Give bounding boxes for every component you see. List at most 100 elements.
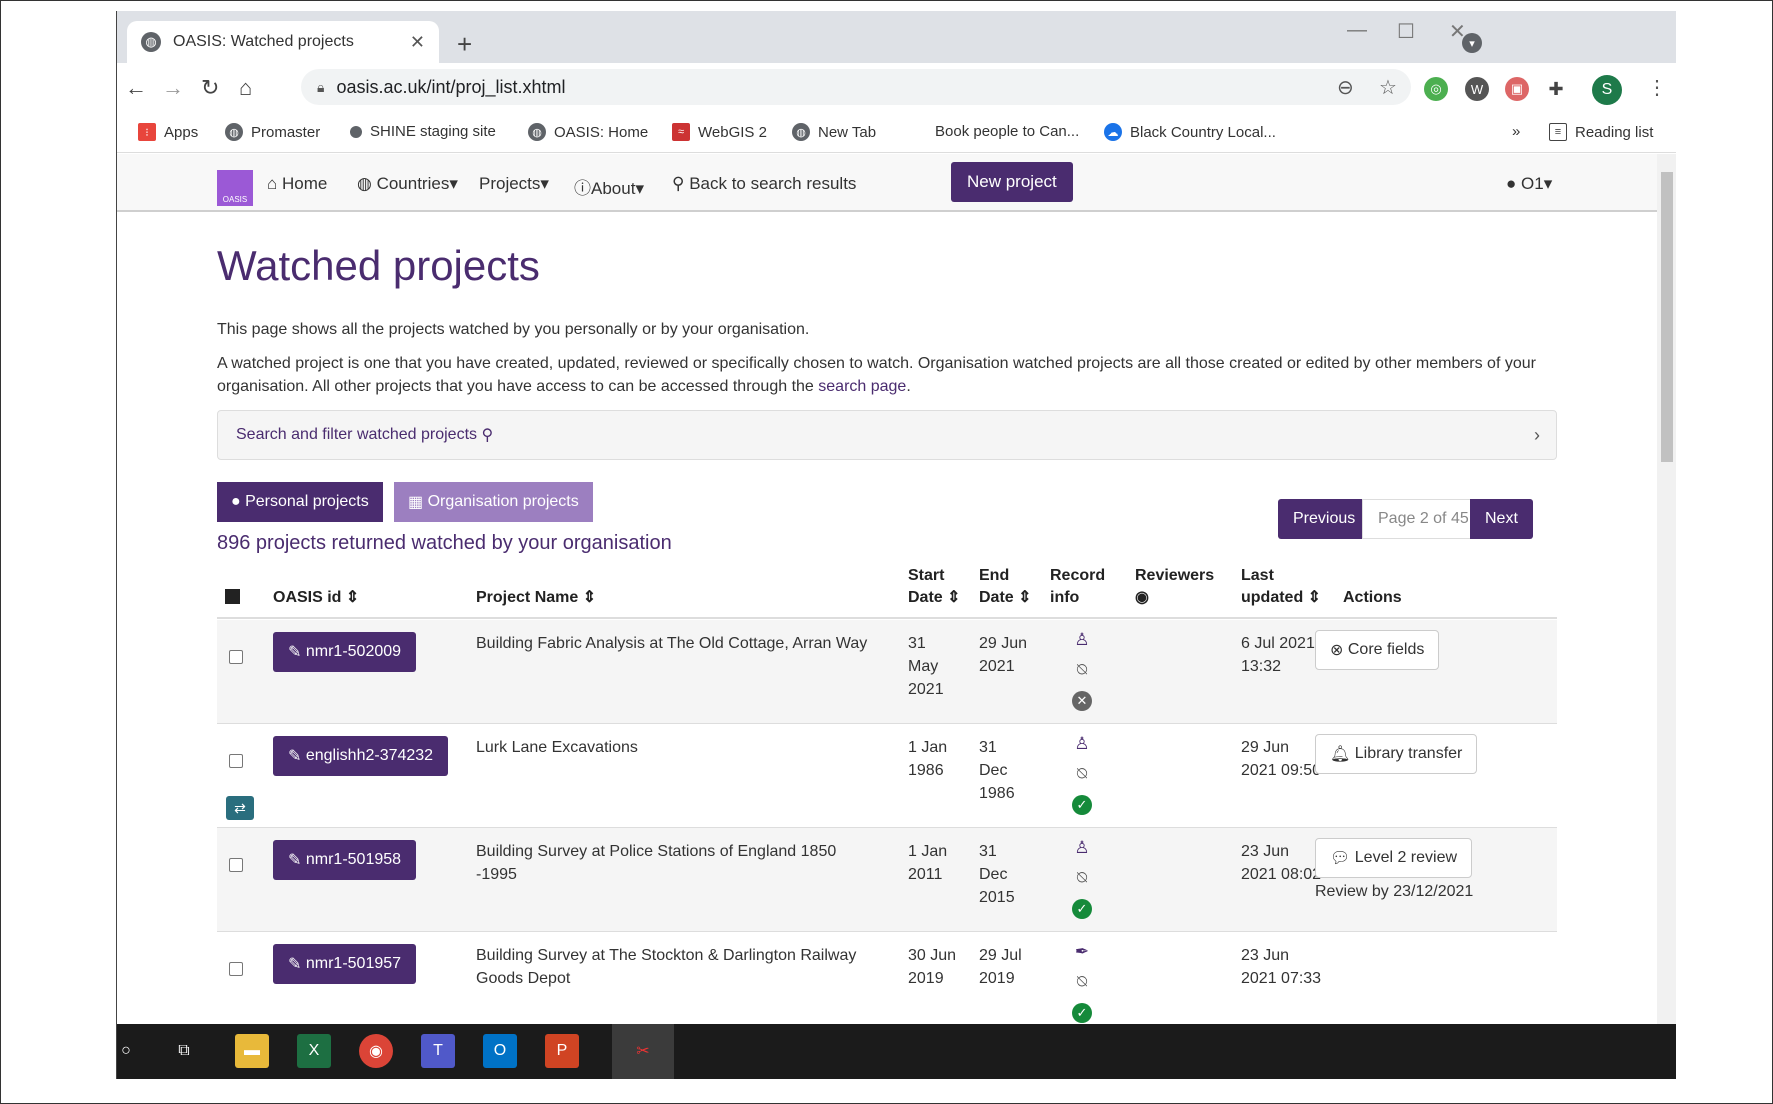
bookmark-webgis[interactable]: ≈ WebGIS 2 xyxy=(672,123,767,141)
header-start-date[interactable]: Start Date ⇕ xyxy=(908,565,961,609)
user-icon: ● xyxy=(1506,174,1521,193)
nav-about[interactable]: ⓘAbout▾ xyxy=(574,174,644,199)
excel-icon[interactable]: X xyxy=(297,1034,331,1068)
core-fields-button[interactable]: ⊗ Core fields xyxy=(1315,630,1440,670)
profile-avatar[interactable]: S xyxy=(1592,75,1622,105)
nav-home[interactable]: ⌂ Home xyxy=(267,174,327,194)
globe-icon: ◍ xyxy=(792,123,810,141)
table-row: ✎ nmr1-501957 Building Survey at The Sto… xyxy=(217,932,1557,1036)
nav-back-to-search[interactable]: ⚲ Back to search results xyxy=(672,174,856,194)
filter-panel-toggle[interactable]: Search and filter watched projects ⚲ › xyxy=(217,410,1557,460)
caret-down-icon: ▾ xyxy=(635,179,644,198)
project-id-button[interactable]: ✎ nmr1-502009 xyxy=(273,632,417,672)
bookmark-black-country[interactable]: ☁ Black Country Local... xyxy=(1104,123,1276,141)
edit-icon: ✎ xyxy=(288,956,306,973)
start-date: 31 May 2021 xyxy=(908,635,944,698)
close-window-button[interactable]: ✕ xyxy=(1449,19,1466,44)
exchange-icon[interactable]: ⇄ xyxy=(226,796,254,820)
bookmarks-bar: ⁝ Apps ◍ Promaster SHINE staging site ◍ OAS… xyxy=(117,113,1676,153)
start-date: 30 Jun 2019 xyxy=(908,947,957,987)
chrome-icon[interactable]: ◉ xyxy=(359,1034,393,1068)
row-checkbox[interactable] xyxy=(229,754,243,768)
oasis-logo[interactable]: OASIS xyxy=(217,170,253,206)
apps-grid-icon: ⁝ xyxy=(138,123,156,141)
last-updated: 29 Jun 2021 09:50 xyxy=(1241,739,1322,779)
tab-personal-projects[interactable]: ● Personal projects xyxy=(217,482,383,522)
teams-icon[interactable]: T xyxy=(421,1034,455,1068)
row-checkbox[interactable] xyxy=(229,858,243,872)
header-oasis-id[interactable]: OASIS id ⇕ xyxy=(273,587,359,609)
level-2-review-button[interactable]: 💬︎ Level 2 review xyxy=(1315,838,1473,878)
file-explorer-icon[interactable]: ▬ xyxy=(235,1034,269,1068)
row-checkbox[interactable] xyxy=(229,650,243,664)
new-project-button[interactable]: New project xyxy=(951,162,1073,202)
bookmark-book-people[interactable]: Book people to Can... xyxy=(935,123,1079,140)
screenshot-frame: ◍ OASIS: Watched projects ✕ + ▾ — ☐ ✕ ← … xyxy=(0,0,1773,1104)
outlook-icon[interactable]: O xyxy=(483,1034,517,1068)
vertical-scrollbar[interactable] xyxy=(1657,154,1676,1024)
maximize-button[interactable]: ☐ xyxy=(1397,19,1415,44)
project-id-button[interactable]: ✎ nmr1-501958 xyxy=(273,840,417,880)
search-page-link[interactable]: search page xyxy=(818,378,906,395)
comments-icon: 💬︎ xyxy=(1330,850,1355,867)
edit-icon: ✎ xyxy=(288,852,306,869)
back-arrow-icon[interactable]: ← xyxy=(125,75,147,101)
sort-icon: ⇕ xyxy=(582,589,597,606)
next-page-button[interactable]: Next xyxy=(1470,499,1533,539)
tab-organisation-projects[interactable]: ▦ Organisation projects xyxy=(394,482,593,522)
search-icon[interactable]: ○ xyxy=(117,1034,143,1068)
extension-3-icon[interactable]: ▣ xyxy=(1505,77,1529,101)
bookmark-oasis-home[interactable]: ◍ OASIS: Home xyxy=(528,123,648,141)
times-circle-icon: ✕ xyxy=(1071,690,1093,711)
end-date: 31 Dec 1986 xyxy=(979,739,1015,802)
project-id-button[interactable]: ✎ englishh2-374232 xyxy=(273,736,449,776)
snipping-tool-icon[interactable]: ✂ xyxy=(626,1034,660,1068)
row-checkbox[interactable] xyxy=(229,962,243,976)
zoom-icon[interactable]: ⊖ xyxy=(1337,75,1354,100)
reading-list[interactable]: ≡ Reading list xyxy=(1549,123,1653,141)
powerpoint-icon[interactable]: P xyxy=(545,1034,579,1068)
extension-1-icon[interactable]: ◎ xyxy=(1424,77,1448,101)
bookmark-apps[interactable]: ⁝ Apps xyxy=(138,123,198,141)
home-icon[interactable]: ⌂ xyxy=(239,75,252,101)
table-row: ✎ nmr1-501958 Building Survey at Police … xyxy=(217,828,1557,932)
scrollbar-thumb[interactable] xyxy=(1661,172,1673,462)
sort-icon: ⇕ xyxy=(345,589,360,606)
project-id-button[interactable]: ✎ nmr1-501957 xyxy=(273,944,417,984)
menu-kebab-icon[interactable]: ⋮ xyxy=(1647,75,1667,100)
new-tab-button[interactable]: + xyxy=(457,29,472,60)
minimize-button[interactable]: — xyxy=(1347,19,1367,42)
bookmark-star-icon[interactable]: ☆ xyxy=(1379,75,1397,100)
extensions-puzzle-icon[interactable]: ✚ xyxy=(1544,77,1568,101)
user-icon: ● xyxy=(231,493,246,510)
quill-icon: ✒ xyxy=(1074,942,1090,961)
header-project-name[interactable]: Project Name ⇕ xyxy=(476,587,596,609)
bookmarks-overflow[interactable]: » xyxy=(1512,123,1520,140)
library-transfer-button[interactable]: 🔔︎ Library transfer xyxy=(1315,734,1478,774)
bookmark-promaster[interactable]: ◍ Promaster xyxy=(225,123,320,141)
header-end-date[interactable]: End Date ⇕ xyxy=(979,565,1032,609)
nav-countries[interactable]: ◍ Countries▾ xyxy=(357,174,458,194)
browser-window: ◍ OASIS: Watched projects ✕ + ▾ — ☐ ✕ ← … xyxy=(116,11,1676,1079)
globe-icon: ◍ xyxy=(528,123,546,141)
header-last-updated[interactable]: Last updated ⇕ xyxy=(1241,565,1321,609)
home-icon: ⌂ xyxy=(267,174,282,193)
reload-icon[interactable]: ↻ xyxy=(201,75,219,101)
forward-arrow-icon[interactable]: → xyxy=(162,75,184,101)
user-menu[interactable]: ● O1▾ xyxy=(1506,174,1552,194)
tab-close-button[interactable]: ✕ xyxy=(410,32,425,53)
task-view-icon[interactable]: ⧉ xyxy=(167,1034,201,1068)
bookmark-new-tab[interactable]: ◍ New Tab xyxy=(792,123,876,141)
intro-text: This page shows all the projects watched… xyxy=(217,321,810,338)
nav-projects[interactable]: Projects▾ xyxy=(479,174,549,194)
previous-page-button[interactable]: Previous xyxy=(1278,499,1371,539)
globe-icon: ◍ xyxy=(141,32,161,52)
address-bar[interactable]: 🔒︎ oasis.ac.uk/int/proj_list.xhtml xyxy=(301,69,1411,105)
browser-tab[interactable]: ◍ OASIS: Watched projects ✕ xyxy=(127,21,439,63)
extension-2-icon[interactable]: W xyxy=(1465,77,1489,101)
header-actions: Actions xyxy=(1343,589,1402,606)
select-all-checkbox[interactable] xyxy=(225,589,240,604)
bookmark-shine[interactable]: SHINE staging site xyxy=(350,123,496,140)
bell-slash-icon: ⍉ xyxy=(1076,972,1088,991)
edit-icon: ✎ xyxy=(288,748,306,765)
